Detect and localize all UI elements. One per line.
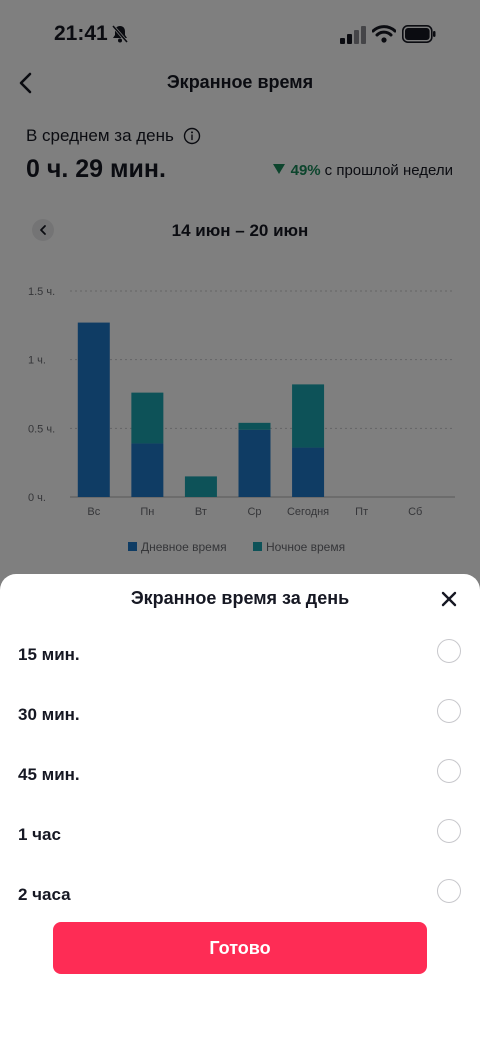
- option-1-hour[interactable]: 1 час: [0, 806, 480, 866]
- daily-limit-sheet: Экранное время за день 15 мин. 30 мин. 4…: [0, 574, 480, 1043]
- done-button[interactable]: Готово: [53, 922, 427, 974]
- option-45-min[interactable]: 45 мин.: [0, 746, 480, 806]
- option-2-hours[interactable]: 2 часа: [0, 866, 480, 926]
- radio-button[interactable]: [437, 699, 461, 723]
- radio-button[interactable]: [437, 639, 461, 663]
- option-15-min[interactable]: 15 мин.: [0, 626, 480, 686]
- option-label: 30 мин.: [18, 705, 80, 724]
- option-label: 45 мин.: [18, 765, 80, 784]
- radio-button[interactable]: [437, 759, 461, 783]
- option-30-min[interactable]: 30 мин.: [0, 686, 480, 746]
- option-label: 15 мин.: [18, 645, 80, 664]
- radio-button[interactable]: [437, 879, 461, 903]
- close-icon[interactable]: [440, 590, 458, 608]
- option-label: 1 час: [18, 825, 61, 844]
- sheet-title: Экранное время за день: [130, 588, 350, 608]
- radio-button[interactable]: [437, 819, 461, 843]
- option-label: 2 часа: [18, 885, 71, 904]
